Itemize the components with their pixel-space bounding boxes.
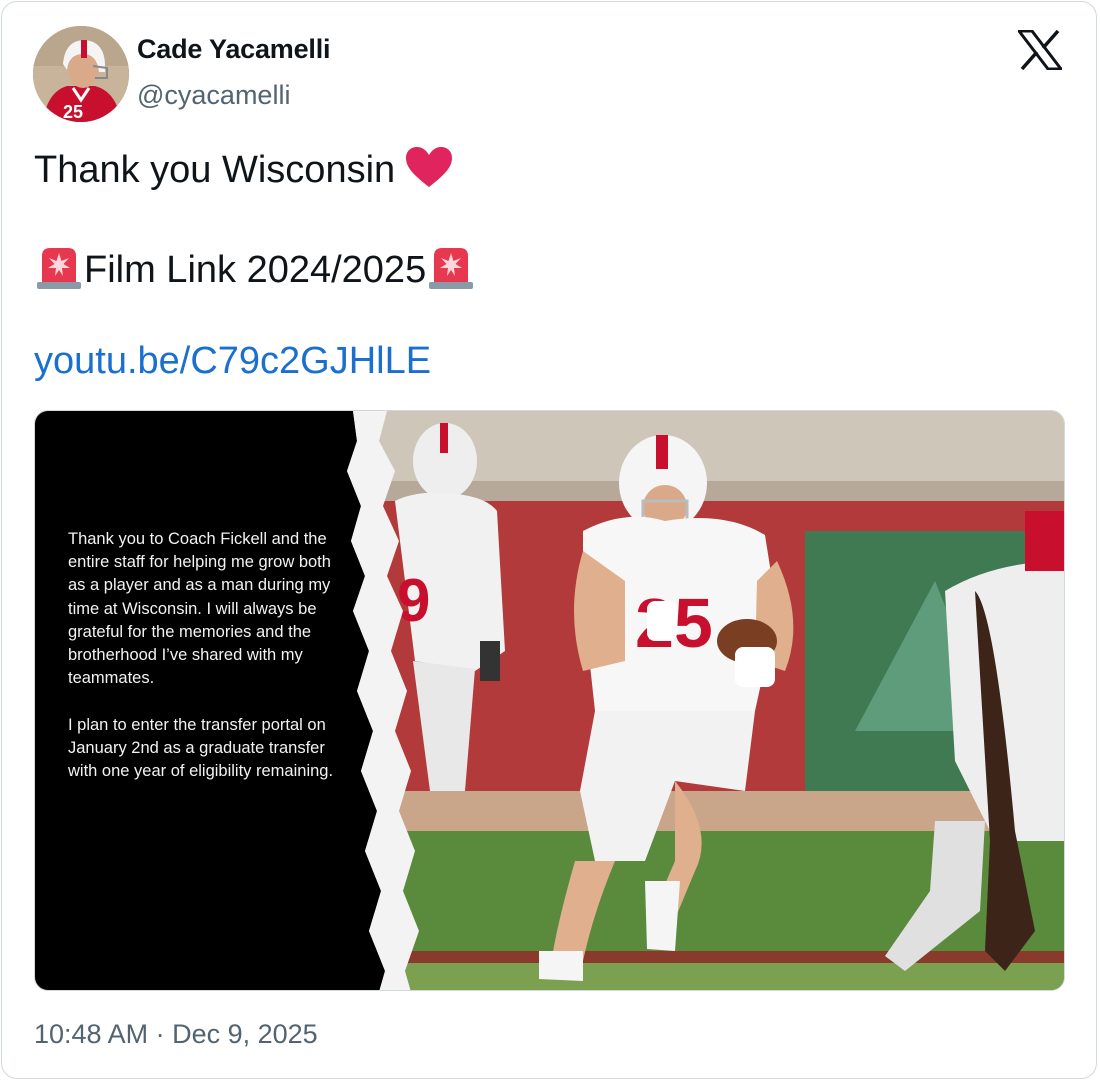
author-avatar[interactable]: 25 <box>33 26 129 122</box>
media-statement-text: Thank you to Coach Fickell and the entir… <box>68 530 334 781</box>
film-link[interactable]: youtu.be/C79c2GJHlLE <box>34 340 431 383</box>
police-light-icon <box>34 242 84 300</box>
svg-text:9: 9 <box>397 567 430 634</box>
author-name[interactable]: Cade Yacamelli <box>137 34 331 65</box>
police-light-icon <box>426 242 476 300</box>
tweet-timestamp[interactable]: 10:48 AM · Dec 9, 2025 <box>34 1019 318 1050</box>
author-handle[interactable]: @cyacamelli <box>137 80 290 111</box>
tweet-text-film: Film Link 2024/2025 <box>84 249 427 291</box>
tweet-text-line-2: Film Link 2024/2025 <box>34 242 476 300</box>
tweet-text-line-1: Thank you Wisconsin <box>34 146 453 198</box>
svg-text:25: 25 <box>63 102 83 122</box>
x-logo-icon[interactable] <box>1015 29 1065 71</box>
tweet-text-thanks: Thank you Wisconsin <box>34 149 396 191</box>
red-heart-icon <box>405 146 453 198</box>
